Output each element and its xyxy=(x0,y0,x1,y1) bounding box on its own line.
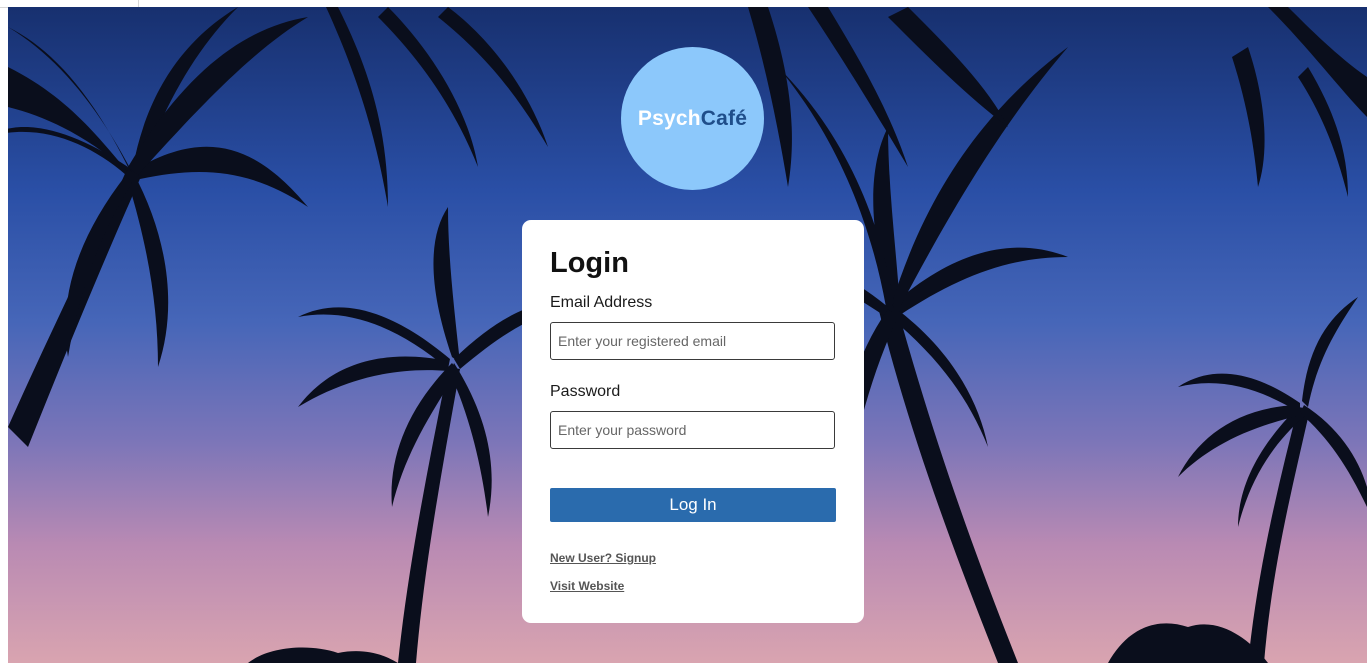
logo-text-part1: Psych xyxy=(637,106,701,130)
psychcafe-logo: PsychCafé xyxy=(621,47,764,190)
password-label: Password xyxy=(550,383,621,400)
login-button[interactable]: Log In xyxy=(550,488,836,522)
logo-text-part2: Café xyxy=(700,106,748,130)
login-title: Login xyxy=(550,247,629,279)
login-card: Login Email Address Password Log In New … xyxy=(522,220,864,623)
logo-text: PsychCafé xyxy=(638,107,747,131)
email-input[interactable] xyxy=(550,322,835,360)
password-input[interactable] xyxy=(550,411,835,449)
visit-website-link[interactable]: Visit Website xyxy=(550,579,624,593)
email-label: Email Address xyxy=(550,294,653,311)
signup-link[interactable]: New User? Signup xyxy=(550,551,656,565)
